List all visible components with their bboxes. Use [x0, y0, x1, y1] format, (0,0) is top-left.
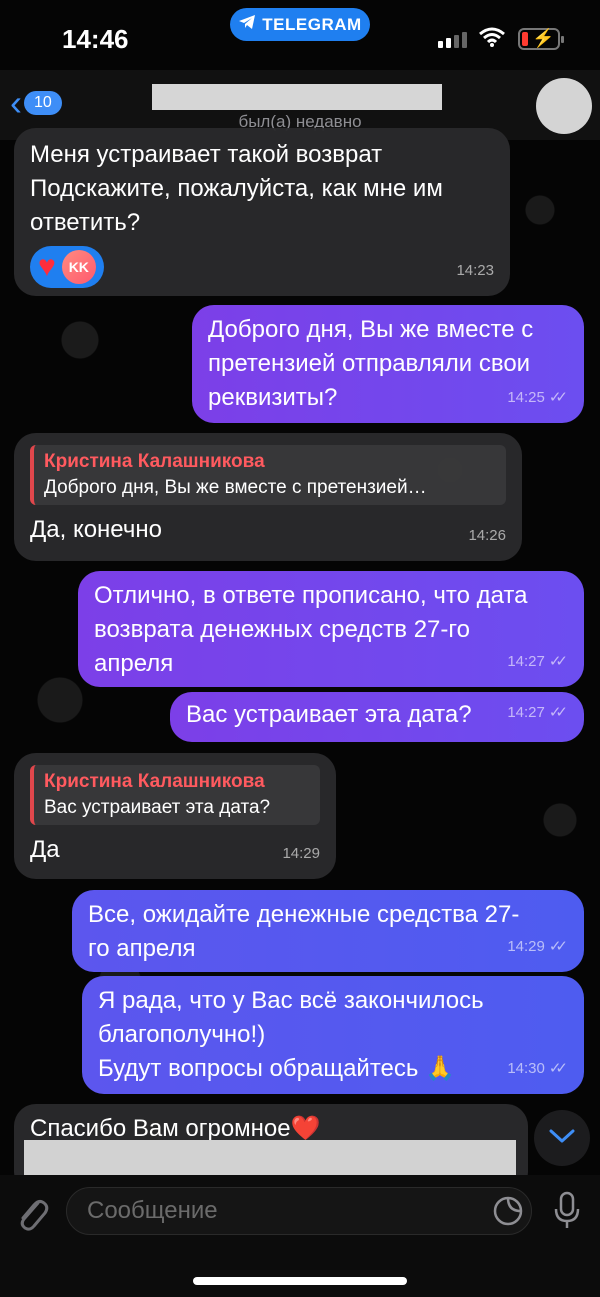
reply-quote[interactable]: Кристина Калашникова Вас устраивает эта … — [30, 765, 320, 825]
message-text-line: Подскажите, пожалуйста, как мне им — [30, 175, 443, 202]
message-time: 14:26 — [468, 527, 506, 544]
message-time: 14:30 — [507, 1060, 545, 1077]
chevron-down-icon — [549, 1128, 575, 1149]
message-time: 14:25 — [507, 389, 545, 406]
telegram-plane-icon — [238, 14, 256, 35]
message-meta: 14:29 — [282, 837, 320, 871]
message-time: 14:27 — [507, 653, 545, 670]
message-outgoing[interactable]: Доброго дня, Вы же вместе с претензией о… — [192, 305, 584, 423]
message-meta: 14:27 ✓✓ — [507, 696, 568, 730]
message-text-line: апреля — [94, 650, 174, 677]
status-bar: 14:46 TELEGRAM ⚡ — [0, 0, 600, 70]
contact-avatar[interactable] — [536, 78, 592, 134]
message-outgoing[interactable]: Отлично, в ответе прописано, что дата во… — [78, 571, 584, 687]
message-text-line: возврата денежных средств 27-го — [94, 616, 470, 643]
telegram-pill[interactable]: TELEGRAM — [230, 8, 370, 41]
contact-name-redacted[interactable] — [152, 84, 442, 110]
message-meta: 14:29 ✓✓ — [507, 930, 568, 964]
microphone-button[interactable] — [552, 1191, 582, 1236]
reply-author: Кристина Калашникова — [44, 451, 265, 472]
double-check-icon: ✓✓ — [548, 1060, 568, 1077]
reply-text: Вас устраивает эта дата? — [44, 797, 271, 818]
double-check-icon: ✓✓ — [548, 653, 568, 670]
battery-icon: ⚡ — [518, 28, 564, 50]
message-text-line: ответить? — [30, 209, 141, 236]
message-meta: 14:27 ✓✓ — [507, 645, 568, 679]
message-incoming[interactable]: Меня устраивает такой возврат Подскажите… — [14, 128, 510, 296]
message-text-line: Отлично, в ответе прописано, что дата — [94, 582, 528, 609]
message-incoming[interactable]: Кристина Калашникова Вас устраивает эта … — [14, 753, 336, 879]
reaction-avatar: KK — [61, 250, 96, 284]
message-input[interactable] — [66, 1187, 532, 1235]
reply-quote[interactable]: Кристина Калашникова Доброго дня, Вы же … — [30, 445, 506, 505]
cellular-signal-icon — [438, 32, 467, 48]
message-time: 14:29 — [507, 938, 545, 955]
home-indicator[interactable] — [193, 1277, 407, 1285]
reply-author: Кристина Калашникова — [44, 771, 265, 792]
message-meta: 14:25 ✓✓ — [507, 381, 568, 415]
message-time: 14:29 — [282, 845, 320, 862]
message-meta: 14:30 ✓✓ — [507, 1052, 568, 1086]
message-time: 14:23 — [456, 262, 494, 279]
message-text-line: Я рада, что у Вас всё закончилось — [98, 987, 484, 1014]
message-text-line: претензией отправляли свои — [208, 350, 531, 377]
scroll-to-bottom-button[interactable] — [534, 1110, 590, 1166]
double-check-icon: ✓✓ — [548, 938, 568, 955]
message-text-line: Будут вопросы обращайтесь 🙏 — [98, 1055, 455, 1082]
paperclip-icon — [14, 1199, 50, 1237]
message-text-line: го апреля — [88, 935, 196, 962]
message-incoming[interactable]: Кристина Калашникова Доброго дня, Вы же … — [14, 433, 522, 561]
message-time: 14:27 — [507, 704, 545, 721]
reactions-bar[interactable]: ♥ KK — [30, 246, 104, 288]
attach-button[interactable] — [14, 1193, 50, 1238]
message-meta: 14:23 — [456, 254, 494, 288]
reply-text: Доброго дня, Вы же вместе с претензией… — [44, 477, 427, 498]
message-outgoing[interactable]: Все, ожидайте денежные средства 27- го а… — [72, 890, 584, 972]
telegram-pill-label: TELEGRAM — [262, 14, 362, 34]
message-text: Да, конечно — [30, 516, 162, 543]
microphone-icon — [552, 1191, 582, 1235]
message-text-line: Все, ожидайте денежные средства 27- — [88, 901, 520, 928]
sticker-icon — [492, 1196, 524, 1231]
message-text-line: благополучно!) — [98, 1021, 266, 1048]
status-time: 14:46 — [62, 24, 129, 54]
wifi-icon — [478, 26, 506, 53]
message-outgoing[interactable]: Я рада, что у Вас всё закончилось благоп… — [82, 976, 584, 1094]
message-text-line: Меня устраивает такой возврат — [30, 141, 383, 168]
sticker-button[interactable] — [492, 1195, 524, 1232]
message-text: Да — [30, 836, 60, 863]
heart-icon: ♥ — [38, 250, 56, 283]
message-outgoing[interactable]: Вас устраивает эта дата? 14:27 ✓✓ — [170, 692, 584, 742]
message-text-line: Доброго дня, Вы же вместе с — [208, 316, 534, 343]
double-check-icon: ✓✓ — [548, 704, 568, 721]
message-meta: 14:26 — [468, 519, 506, 553]
double-check-icon: ✓✓ — [548, 389, 568, 406]
